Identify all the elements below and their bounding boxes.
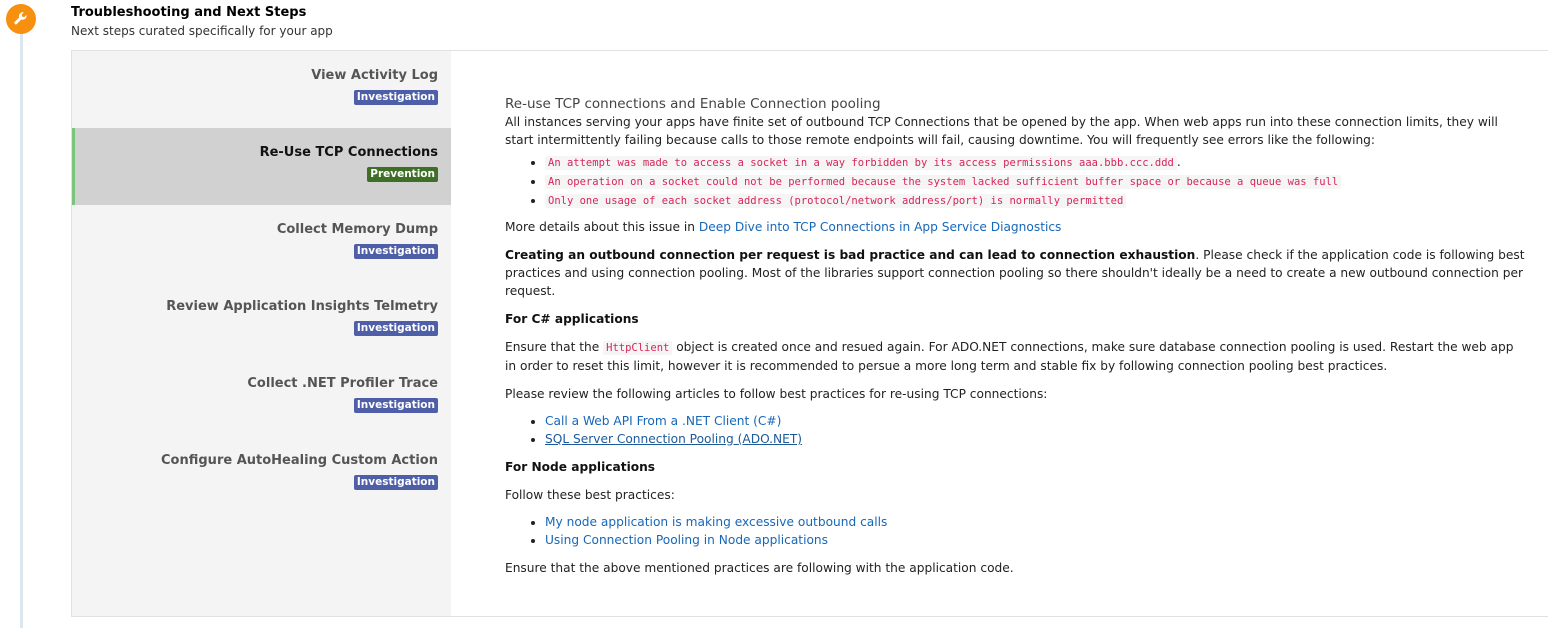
csharp-heading: For C# applications — [505, 312, 639, 326]
list-item: An attempt was made to access a socket i… — [545, 153, 1525, 172]
step-content: Re-use TCP connections and Enable Connec… — [505, 95, 1525, 577]
list-item: Only one usage of each socket address (p… — [545, 191, 1525, 210]
nav-item-label: Re-Use TCP Connections — [259, 145, 438, 160]
nav-item-collect-memory-dump[interactable]: Collect Memory Dump Investigation — [72, 205, 451, 282]
node-outbound-calls-link[interactable]: My node application is making excessive … — [545, 515, 887, 529]
httpclient-code: HttpClient — [603, 341, 673, 355]
intro-paragraph: All instances serving your apps have fin… — [505, 115, 1498, 147]
investigation-badge: Investigation — [353, 475, 438, 490]
list-item: My node application is making excessive … — [545, 513, 1525, 531]
content-title: Re-use TCP connections and Enable Connec… — [505, 96, 881, 112]
bad-practice-bold: Creating an outbound connection per requ… — [505, 248, 1196, 262]
prevention-badge: Prevention — [367, 167, 438, 182]
investigation-badge: Investigation — [353, 244, 438, 259]
investigation-badge: Investigation — [353, 398, 438, 413]
list-item: Using Connection Pooling in Node applica… — [545, 531, 1525, 549]
nav-item-label: View Activity Log — [311, 68, 438, 83]
nav-item-view-activity-log[interactable]: View Activity Log Investigation — [72, 51, 451, 128]
list-item: Call a Web API From a .NET Client (C#) — [545, 412, 1525, 430]
node-heading: For Node applications — [505, 460, 656, 474]
bad-practice-paragraph: Creating an outbound connection per requ… — [505, 248, 1525, 298]
nav-item-label: Review Application Insights Telmetry — [166, 299, 438, 314]
articles-intro: Please review the following articles to … — [505, 387, 1048, 401]
sql-pooling-link[interactable]: SQL Server Connection Pooling (ADO.NET) — [545, 432, 802, 446]
csharp-links-list: Call a Web API From a .NET Client (C#) S… — [505, 412, 1525, 448]
next-steps-panel: View Activity Log Investigation Re-Use T… — [71, 50, 1548, 617]
nav-item-label: Configure AutoHealing Custom Action — [161, 453, 438, 468]
nav-item-collect-profiler-trace[interactable]: Collect .NET Profiler Trace Investigatio… — [72, 359, 451, 436]
node-intro: Follow these best practices: — [505, 488, 675, 502]
web-api-client-link[interactable]: Call a Web API From a .NET Client (C#) — [545, 414, 781, 428]
nav-item-reuse-tcp-connections[interactable]: Re-Use TCP Connections Prevention — [72, 128, 451, 205]
investigation-badge: Investigation — [353, 90, 438, 105]
investigation-badge: Investigation — [353, 321, 438, 336]
details-paragraph: More details about this issue in Deep Di… — [505, 220, 1062, 234]
section-title: Troubleshooting and Next Steps — [71, 5, 307, 20]
next-steps-nav: View Activity Log Investigation Re-Use T… — [72, 51, 451, 616]
timeline-line — [20, 30, 23, 628]
nav-item-review-app-insights[interactable]: Review Application Insights Telmetry Inv… — [72, 282, 451, 359]
list-item: An operation on a socket could not be pe… — [545, 172, 1525, 191]
node-pooling-link[interactable]: Using Connection Pooling in Node applica… — [545, 533, 828, 547]
section-subtitle: Next steps curated specifically for your… — [71, 24, 333, 38]
node-links-list: My node application is making excessive … — [505, 513, 1525, 549]
error-code: An attempt was made to access a socket i… — [545, 156, 1177, 170]
closing-paragraph: Ensure that the above mentioned practice… — [505, 561, 1014, 575]
nav-item-label: Collect .NET Profiler Trace — [247, 376, 438, 391]
error-list: An attempt was made to access a socket i… — [505, 153, 1525, 210]
wrench-icon — [6, 4, 36, 34]
nav-item-configure-autohealing[interactable]: Configure AutoHealing Custom Action Inve… — [72, 436, 451, 513]
list-item: SQL Server Connection Pooling (ADO.NET) — [545, 430, 1525, 448]
error-code: An operation on a socket could not be pe… — [545, 175, 1342, 189]
error-code: Only one usage of each socket address (p… — [545, 194, 1127, 208]
csharp-paragraph: Ensure that the HttpClient object is cre… — [505, 340, 1514, 373]
nav-item-label: Collect Memory Dump — [276, 222, 438, 237]
deep-dive-link[interactable]: Deep Dive into TCP Connections in App Se… — [699, 220, 1062, 234]
